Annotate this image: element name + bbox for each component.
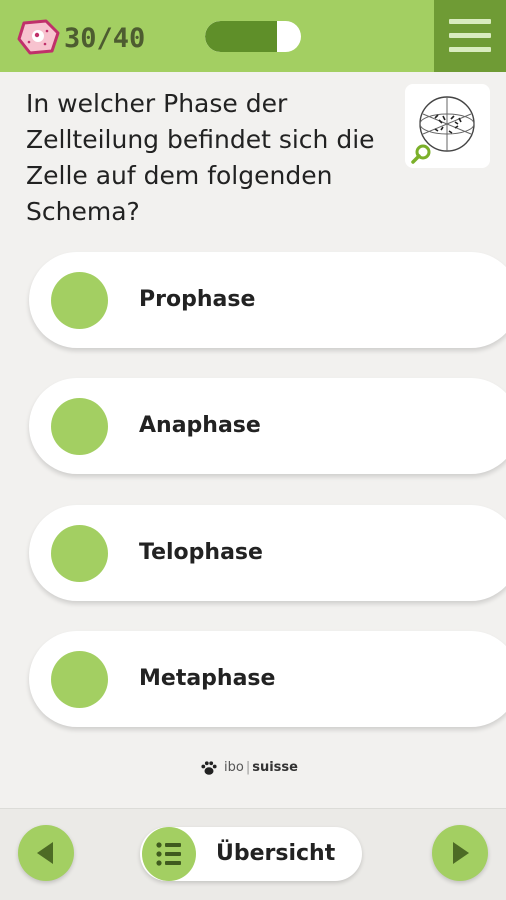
answer-option-anaphase[interactable]: Anaphase <box>29 378 506 474</box>
hamburger-menu-icon <box>449 19 491 24</box>
brand-ibo: ibo <box>224 760 244 775</box>
overview-button[interactable]: Übersicht <box>140 827 362 881</box>
answer-radio <box>51 651 108 708</box>
answer-label: Prophase <box>139 287 256 312</box>
answer-radio <box>51 398 108 455</box>
answer-option-metaphase[interactable]: Metaphase <box>29 631 506 727</box>
question-text: In welcher Phase der Zellteilung befinde… <box>26 89 375 226</box>
previous-button[interactable] <box>18 825 74 881</box>
answer-radio <box>51 525 108 582</box>
question-counter: 30/40 <box>64 23 146 54</box>
cell-icon <box>17 19 60 55</box>
bottom-bar: Übersicht <box>0 808 506 900</box>
paw-icon <box>201 760 217 775</box>
arrow-right-icon <box>453 842 469 864</box>
answer-label: Telophase <box>139 540 263 565</box>
top-bar: 30/40 <box>0 0 506 72</box>
progress-bar-fill <box>205 21 277 52</box>
cell-schema-icon <box>411 96 475 164</box>
menu-button[interactable] <box>434 0 506 72</box>
brand-separator: | <box>245 760 251 775</box>
list-icon <box>142 827 196 881</box>
answer-label: Metaphase <box>139 666 276 691</box>
answer-radio <box>51 272 108 329</box>
answer-option-telophase[interactable]: Telophase <box>29 505 506 601</box>
answer-option-prophase[interactable]: Prophase <box>29 252 506 348</box>
answer-label: Anaphase <box>139 413 261 438</box>
next-button[interactable] <box>432 825 488 881</box>
hamburger-menu-icon <box>449 33 491 38</box>
schema-thumbnail[interactable] <box>405 84 490 168</box>
brand-suisse: suisse <box>252 760 298 775</box>
brand-logo: ibo | suisse <box>200 758 298 778</box>
hamburger-menu-icon <box>449 47 491 52</box>
arrow-left-icon <box>37 842 53 864</box>
overview-label: Übersicht <box>216 841 336 866</box>
progress-bar <box>205 21 301 52</box>
